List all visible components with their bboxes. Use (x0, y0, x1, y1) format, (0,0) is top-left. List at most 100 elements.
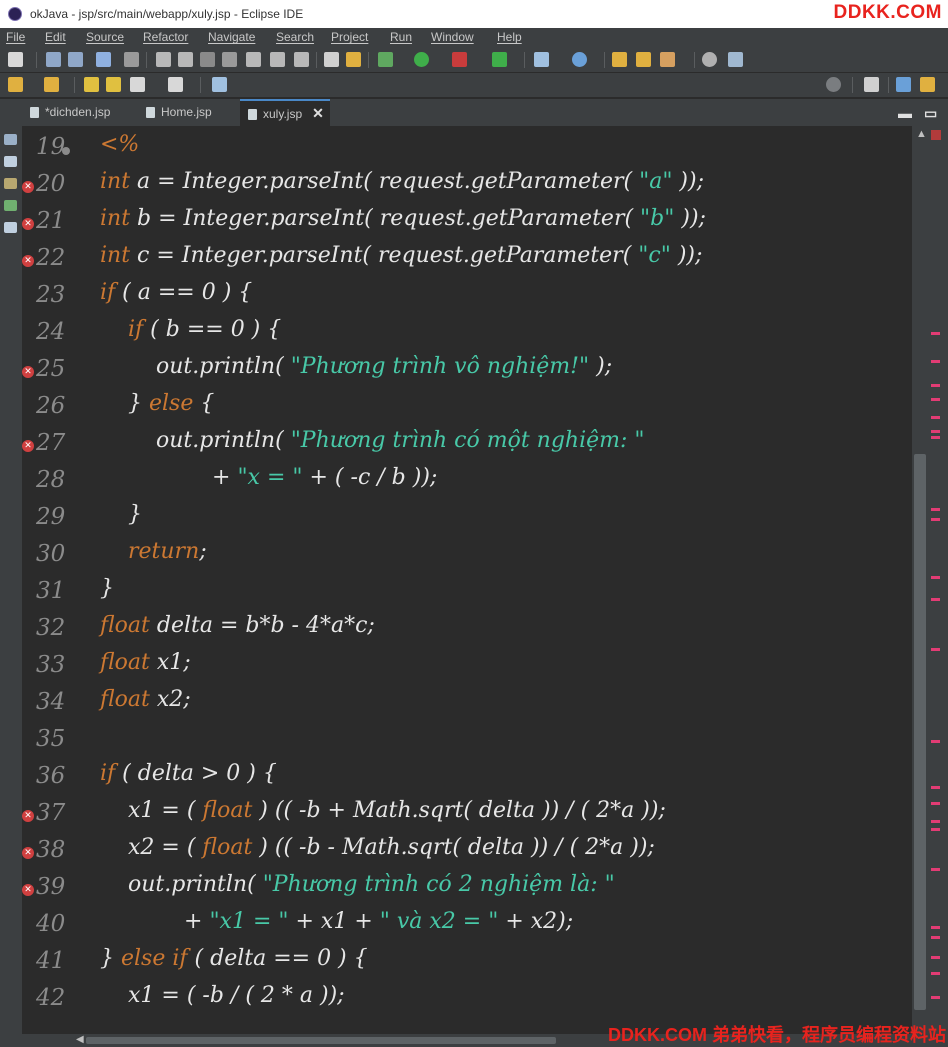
minimize-icon[interactable]: ▬ (898, 105, 912, 121)
ruler-error-mark[interactable] (931, 648, 940, 651)
forward-arrow-icon[interactable] (168, 77, 183, 92)
search-icon[interactable] (826, 77, 841, 92)
last-edit-location-icon[interactable] (84, 77, 99, 92)
error-marker-icon[interactable]: ✕ (22, 255, 34, 267)
run-icon[interactable] (414, 52, 429, 67)
code-line[interactable]: 24 if ( b == 0 ) { (22, 315, 912, 352)
error-marker-icon[interactable]: ✕ (22, 218, 34, 230)
terminate-icon[interactable] (200, 52, 215, 67)
quick-access-icon[interactable] (212, 77, 227, 92)
resume-icon[interactable] (156, 52, 171, 67)
ruler-error-mark[interactable] (931, 360, 940, 363)
ruler-error-mark[interactable] (931, 740, 940, 743)
code-line[interactable]: 34 float x2; (22, 685, 912, 722)
restore-icon[interactable] (4, 134, 17, 145)
back-arrow-icon[interactable] (130, 77, 145, 92)
code-line[interactable]: 36 if ( delta > 0 ) { (22, 759, 912, 796)
error-marker-icon[interactable]: ✕ (22, 884, 34, 896)
ruler-error-mark[interactable] (931, 430, 940, 433)
ruler-error-mark[interactable] (931, 786, 940, 789)
previous-annotation-icon[interactable] (44, 77, 59, 92)
code-line[interactable]: 41} else if ( delta == 0 ) { (22, 944, 912, 981)
java-perspective-icon[interactable] (920, 77, 935, 92)
code-line[interactable]: 40 + "x1 = " + x1 + " và x2 = " + x2); (22, 907, 912, 944)
new-icon[interactable] (8, 52, 23, 67)
scroll-up-icon[interactable]: ▲ (916, 128, 927, 140)
hierarchy-icon[interactable] (4, 178, 17, 189)
ruler-error-mark[interactable] (931, 416, 940, 419)
hscroll-thumb[interactable] (86, 1037, 556, 1044)
tab-home[interactable]: Home.jsp (146, 99, 212, 126)
save-icon[interactable] (46, 52, 61, 67)
menu-help[interactable]: Help (497, 30, 522, 44)
suspend-icon[interactable] (178, 52, 193, 67)
print-icon[interactable] (96, 52, 111, 67)
skip-breakpoints-icon[interactable] (124, 52, 139, 67)
ruler-error-mark[interactable] (931, 384, 940, 387)
new-java-project-icon[interactable] (534, 52, 549, 67)
forward-history-icon[interactable] (106, 77, 121, 92)
task-list-icon[interactable] (4, 222, 17, 233)
ruler-error-mark[interactable] (931, 436, 940, 439)
outline-icon[interactable] (4, 200, 17, 211)
maximize-icon[interactable]: ▭ (924, 105, 937, 122)
menu-project[interactable]: Project (331, 30, 368, 44)
open-console-icon[interactable] (324, 52, 339, 67)
menu-search[interactable]: Search (276, 30, 314, 44)
ruler-error-mark[interactable] (931, 820, 940, 823)
ruler-error-mark[interactable] (931, 972, 940, 975)
code-line[interactable]: 19 <% (22, 130, 912, 167)
ruler-error-mark[interactable] (931, 956, 940, 959)
vertical-scrollbar[interactable]: ▲ (912, 126, 930, 1034)
close-tab-icon[interactable]: ✕ (312, 105, 324, 121)
code-line[interactable]: 31} (22, 574, 912, 611)
ruler-error-mark[interactable] (931, 828, 940, 831)
step-over-icon[interactable] (270, 52, 285, 67)
ruler-error-mark[interactable] (931, 926, 940, 929)
settings-icon[interactable] (702, 52, 717, 67)
code-line[interactable]: 42 x1 = ( -b / ( 2 * a )); (22, 981, 912, 1018)
code-line[interactable]: ✕ 38 x2 = ( float ) (( -b - Math.sqrt( del… (22, 833, 912, 870)
error-marker-icon[interactable]: ✕ (22, 366, 34, 378)
ruler-error-mark[interactable] (931, 576, 940, 579)
menu-source[interactable]: Source (86, 30, 124, 44)
save-all-icon[interactable] (68, 52, 83, 67)
code-line[interactable]: 33 float x1; (22, 648, 912, 685)
ruler-error-mark[interactable] (931, 398, 940, 401)
open-task-icon[interactable] (636, 52, 651, 67)
pin-editor-icon[interactable] (728, 52, 743, 67)
code-line[interactable]: ✕ 22 int c = Integer.parseInt( request.get… (22, 241, 912, 278)
code-line[interactable]: 29} (22, 500, 912, 537)
code-line[interactable]: ✕ 21 int b = Integer.parseInt( request.get… (22, 204, 912, 241)
menu-navigate[interactable]: Navigate (208, 30, 255, 44)
code-line[interactable]: 23 if ( a == 0 ) { (22, 278, 912, 315)
step-into-icon[interactable] (246, 52, 261, 67)
error-summary-icon[interactable] (931, 130, 941, 140)
code-line[interactable]: ✕ 20 int a = Integer.parseInt( request.get… (22, 167, 912, 204)
code-line[interactable]: ✕ 37 x1 = ( float ) (( -b + Math.sqrt( del… (22, 796, 912, 833)
external-tools-icon[interactable] (452, 52, 467, 67)
ruler-error-mark[interactable] (931, 868, 940, 871)
step-return-icon[interactable] (294, 52, 309, 67)
code-line[interactable]: ✕ 27 out.println( "Phương trình có một ngh… (22, 426, 912, 463)
code-line[interactable]: 35 (22, 722, 912, 759)
overview-ruler[interactable] (930, 126, 948, 1034)
menu-window[interactable]: Window (431, 30, 474, 44)
scroll-left-icon[interactable]: ◀ (76, 1034, 84, 1045)
ruler-error-mark[interactable] (931, 332, 940, 335)
coverage-icon[interactable] (492, 52, 507, 67)
ruler-error-mark[interactable] (931, 598, 940, 601)
ruler-error-mark[interactable] (931, 936, 940, 939)
code-line[interactable]: 30 return; (22, 537, 912, 574)
ruler-error-mark[interactable] (931, 518, 940, 521)
package-explorer-icon[interactable] (4, 156, 17, 167)
open-type-icon[interactable] (612, 52, 627, 67)
scrollbar-thumb[interactable] (914, 454, 926, 1010)
tab-xuly[interactable]: xuly.jsp ✕ (240, 99, 330, 126)
search-tool-icon[interactable] (660, 52, 675, 67)
use-step-filters-icon[interactable] (346, 52, 361, 67)
error-marker-icon[interactable]: ✕ (22, 181, 34, 193)
code-line[interactable]: 32 float delta = b*b - 4*a*c; (22, 611, 912, 648)
menu-edit[interactable]: Edit (45, 30, 66, 44)
ruler-error-mark[interactable] (931, 508, 940, 511)
